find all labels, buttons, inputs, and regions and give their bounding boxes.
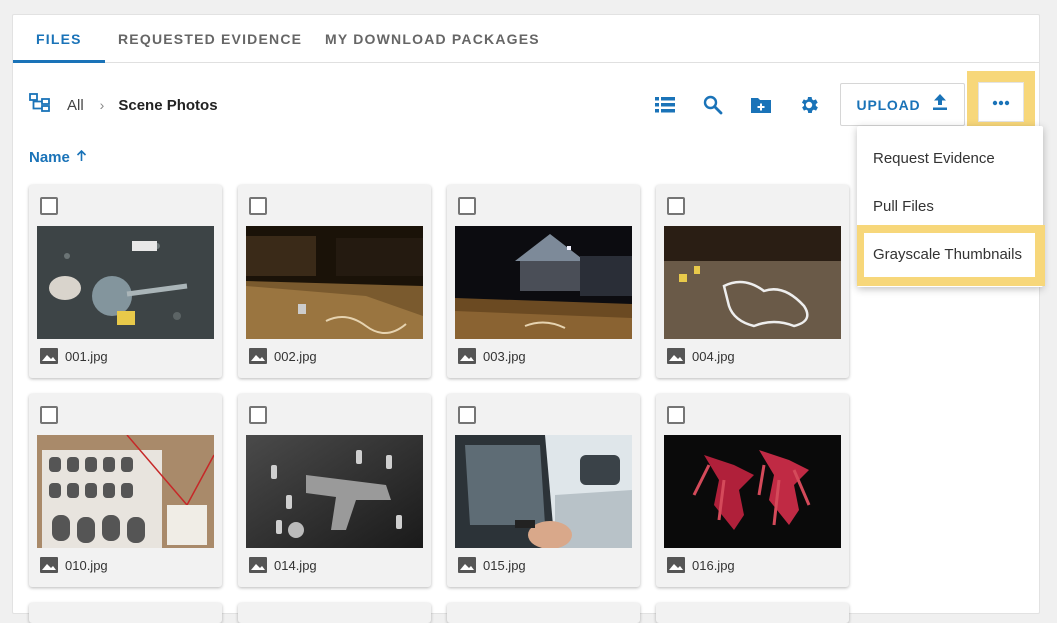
menu-item-grayscale-thumbnails[interactable]: Grayscale Thumbnails (864, 233, 1035, 277)
file-card[interactable]: 015.jpg (447, 394, 640, 587)
breadcrumb-all[interactable]: All (67, 97, 84, 114)
breadcrumb-current: Scene Photos (118, 96, 218, 114)
file-card[interactable]: 003.jpg (447, 185, 640, 378)
file-card[interactable]: 010.jpg (29, 394, 222, 587)
file-name: 004.jpg (692, 349, 735, 364)
image-file-icon (458, 348, 476, 364)
file-name: 002.jpg (274, 349, 317, 364)
gear-icon[interactable] (795, 91, 823, 119)
file-name: 014.jpg (274, 558, 317, 573)
tab-bar: FILES REQUESTED EVIDENCE MY DOWNLOAD PAC… (13, 15, 1039, 63)
file-card[interactable] (447, 603, 640, 623)
more-options-button[interactable] (978, 82, 1024, 122)
file-checkbox[interactable] (40, 406, 58, 424)
file-card[interactable] (238, 603, 431, 623)
upload-button[interactable]: UPLOAD (840, 83, 965, 126)
search-icon[interactable] (699, 91, 727, 119)
file-thumbnail (664, 226, 841, 339)
arrow-up-icon (76, 149, 87, 166)
more-horizontal-icon (992, 93, 1010, 111)
tab-my-download-packages[interactable]: MY DOWNLOAD PACKAGES (325, 31, 540, 47)
menu-item-request-evidence[interactable]: Request Evidence (857, 134, 1043, 182)
file-checkbox[interactable] (667, 197, 685, 215)
file-card[interactable]: 001.jpg (29, 185, 222, 378)
breadcrumb: All › Scene Photos (29, 92, 218, 118)
file-thumbnail (246, 226, 423, 339)
breadcrumb-separator: › (99, 97, 105, 113)
file-card[interactable]: 004.jpg (656, 185, 849, 378)
image-file-icon (249, 557, 267, 573)
file-browser-panel: FILES REQUESTED EVIDENCE MY DOWNLOAD PAC… (12, 14, 1040, 623)
file-checkbox[interactable] (458, 406, 476, 424)
file-thumbnail (37, 435, 214, 548)
tab-requested-evidence[interactable]: REQUESTED EVIDENCE (118, 31, 302, 47)
file-name: 003.jpg (483, 349, 526, 364)
file-checkbox[interactable] (458, 197, 476, 215)
file-name: 001.jpg (65, 349, 108, 364)
image-file-icon (40, 557, 58, 573)
image-file-icon (40, 348, 58, 364)
file-card[interactable]: 016.jpg (656, 394, 849, 587)
file-thumbnail (455, 435, 632, 548)
file-name: 016.jpg (692, 558, 735, 573)
file-name: 015.jpg (483, 558, 526, 573)
file-thumbnail (455, 226, 632, 339)
sort-label: Name (29, 149, 70, 166)
menu-item-pull-files[interactable]: Pull Files (857, 182, 1043, 230)
file-checkbox[interactable] (249, 197, 267, 215)
menu-item-label: Pull Files (873, 197, 934, 215)
active-tab-indicator (13, 60, 105, 63)
file-checkbox[interactable] (249, 406, 267, 424)
menu-item-label: Request Evidence (873, 149, 995, 167)
file-checkbox[interactable] (667, 406, 685, 424)
list-view-icon[interactable] (651, 91, 679, 119)
file-thumbnail (664, 435, 841, 548)
file-card[interactable]: 014.jpg (238, 394, 431, 587)
file-checkbox[interactable] (40, 197, 58, 215)
file-card[interactable]: 002.jpg (238, 185, 431, 378)
sort-by-name[interactable]: Name (29, 149, 87, 166)
file-card[interactable] (656, 603, 849, 623)
image-file-icon (667, 557, 685, 573)
file-thumbnail (246, 435, 423, 548)
upload-label: UPLOAD (856, 96, 921, 113)
menu-item-label: Grayscale Thumbnails (873, 246, 1022, 263)
tab-files[interactable]: FILES (36, 31, 82, 47)
upload-icon (932, 93, 948, 116)
file-name: 010.jpg (65, 558, 108, 573)
folder-tree-icon[interactable] (29, 92, 51, 118)
image-file-icon (458, 557, 476, 573)
new-folder-icon[interactable] (747, 91, 775, 119)
file-card[interactable] (29, 603, 222, 623)
file-thumbnail (37, 226, 214, 339)
image-file-icon (667, 348, 685, 364)
image-file-icon (249, 348, 267, 364)
